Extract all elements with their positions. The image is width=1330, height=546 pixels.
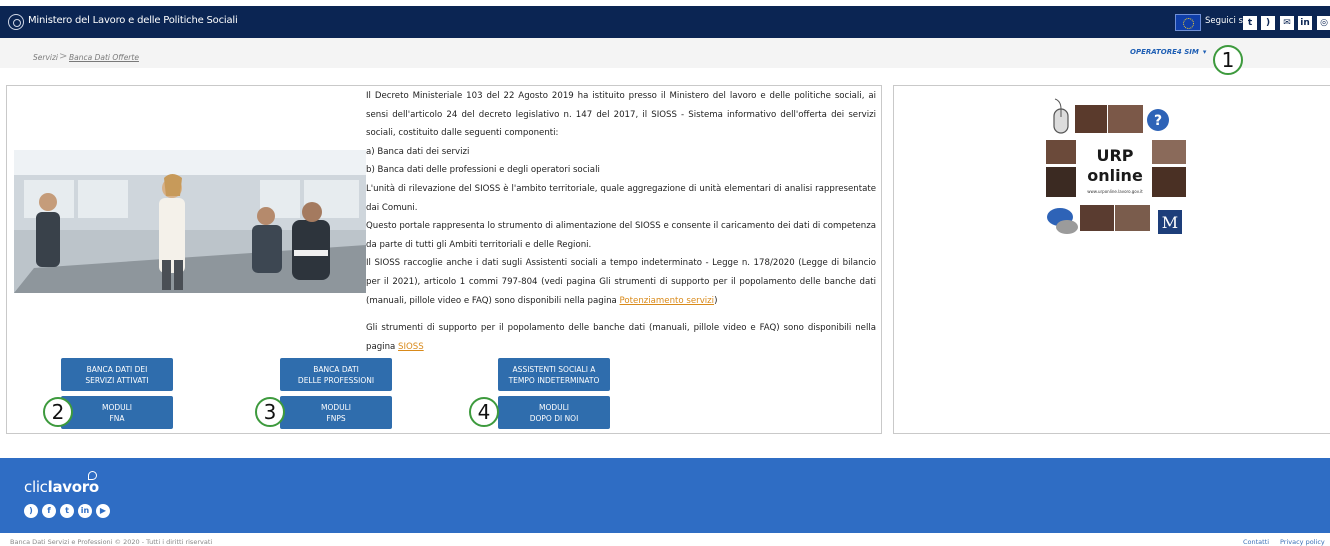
button-label-line1: BANCA DATI <box>313 364 359 374</box>
brand-bold: lavoro <box>47 478 100 496</box>
button-label-line2: FNA <box>109 413 125 423</box>
intro-item-b: b) Banca dati delle professioni e degli … <box>366 165 600 176</box>
ministry-title[interactable]: Ministero del Lavoro e delle Politiche S… <box>28 15 238 26</box>
facebook-icon[interactable]: f <box>42 504 56 518</box>
user-menu-label: OPERATORE4 SIM <box>1130 48 1199 56</box>
callout-3: 3 <box>255 397 285 427</box>
youtube-icon[interactable]: ▶ <box>96 504 110 518</box>
logo-mark-icon <box>88 471 97 480</box>
email-icon[interactable]: ✉ <box>1280 16 1294 30</box>
republic-emblem-icon <box>8 14 24 30</box>
privacy-policy-link[interactable]: Privacy policy <box>1280 538 1325 546</box>
button-label-line1: MODULI <box>538 402 570 412</box>
urp-online-banner[interactable]: ? URP online www.urponline.lavoro.gov.it… <box>1040 95 1190 245</box>
breadcrumb-servizi[interactable]: Servizi <box>33 53 58 62</box>
urp-title-line2: online <box>1087 166 1143 185</box>
button-label-line2: FNPS <box>326 413 346 423</box>
potenziamento-servizi-link[interactable]: Potenziamento servizi <box>620 296 715 306</box>
button-label-line2: DOPO DI NOI <box>529 413 579 423</box>
mouse-icon <box>1053 98 1069 134</box>
button-label-line2: DELLE PROFESSIONI <box>297 375 375 385</box>
intro-paragraph-5-text: Gli strumenti di supporto per il popolam… <box>366 323 876 352</box>
rss-icon[interactable]: ) <box>1261 16 1275 30</box>
instagram-icon[interactable]: ◎ <box>1317 16 1330 30</box>
intro-paragraph-5: Gli strumenti di supporto per il popolam… <box>366 319 876 356</box>
intro-paragraph-3: Questo portale rappresenta lo strumento … <box>366 221 876 250</box>
intro-item-a: a) Banca dati dei servizi <box>366 146 470 157</box>
moduli-dopo-di-noi-button[interactable]: MODULI DOPO DI NOI <box>498 396 610 429</box>
callout-1: 1 <box>1213 45 1243 75</box>
button-label-line1: BANCA DATI DEI <box>86 364 148 374</box>
button-label-line1: ASSISTENTI SOCIALI A <box>512 364 596 374</box>
button-label-line1: MODULI <box>320 402 352 412</box>
footer: cliclavoro ) f t in ▶ <box>0 458 1330 533</box>
office-meeting-photo <box>14 150 366 293</box>
breadcrumb-bar: Servizi > Banca Dati Offerte OPERATORE4 … <box>0 38 1330 68</box>
button-label-line1: MODULI <box>101 402 133 412</box>
user-menu[interactable]: OPERATORE4 SIM ▾ <box>1130 48 1206 56</box>
help-question-mark: ? <box>1154 113 1162 129</box>
intro-paragraph-4: Il SIOSS raccoglie anche i dati sugli As… <box>366 254 876 310</box>
button-label-line2: SERVIZI ATTIVATI <box>85 375 149 385</box>
moduli-fna-button[interactable]: MODULI FNA <box>61 396 173 429</box>
intro-paragraph-4-end: ) <box>714 295 718 306</box>
eu-flag-icon <box>1175 14 1201 31</box>
twitter-icon[interactable]: t <box>60 504 74 518</box>
linkedin-icon[interactable]: in <box>78 504 92 518</box>
moduli-fnps-button[interactable]: MODULI FNPS <box>280 396 392 429</box>
top-bar: Ministero del Lavoro e delle Politiche S… <box>0 6 1330 38</box>
intro-paragraph-1: Il Decreto Ministeriale 103 del 22 Agost… <box>366 91 876 139</box>
banca-dati-servizi-button[interactable]: BANCA DATI DEI SERVIZI ATTIVATI <box>61 358 173 391</box>
ministry-badge-letter: M <box>1162 213 1178 232</box>
breadcrumb-separator: > <box>59 51 68 62</box>
intro-text: Il Decreto Ministeriale 103 del 22 Agost… <box>366 87 876 356</box>
rss-icon[interactable]: ) <box>24 504 38 518</box>
assistenti-sociali-button[interactable]: ASSISTENTI SOCIALI A TEMPO INDETERMINATO <box>498 358 610 391</box>
copyright-text: Banca Dati Servizi e Professioni © 2020 … <box>10 538 213 546</box>
urp-url: www.urponline.lavoro.gov.it <box>1087 189 1143 194</box>
sioss-link[interactable]: SIOSS <box>398 342 424 352</box>
urp-title-line1: URP <box>1096 146 1133 165</box>
linkedin-icon[interactable]: in <box>1298 16 1312 30</box>
twitter-icon[interactable]: t <box>1243 16 1257 30</box>
contacts-link[interactable]: Contatti <box>1243 538 1269 546</box>
button-label-line2: TEMPO INDETERMINATO <box>508 375 600 385</box>
cliclavoro-logo[interactable]: cliclavoro <box>24 471 100 496</box>
chevron-down-icon: ▾ <box>1202 48 1207 56</box>
callout-2: 2 <box>43 397 73 427</box>
banca-dati-professioni-button[interactable]: BANCA DATI DELLE PROFESSIONI <box>280 358 392 391</box>
intro-paragraph-2: L'unità di rilevazione del SIOSS è l'amb… <box>366 183 876 213</box>
brand-prefix: clic <box>24 478 48 496</box>
breadcrumb-current[interactable]: Banca Dati Offerte <box>69 53 139 62</box>
callout-4: 4 <box>469 397 499 427</box>
